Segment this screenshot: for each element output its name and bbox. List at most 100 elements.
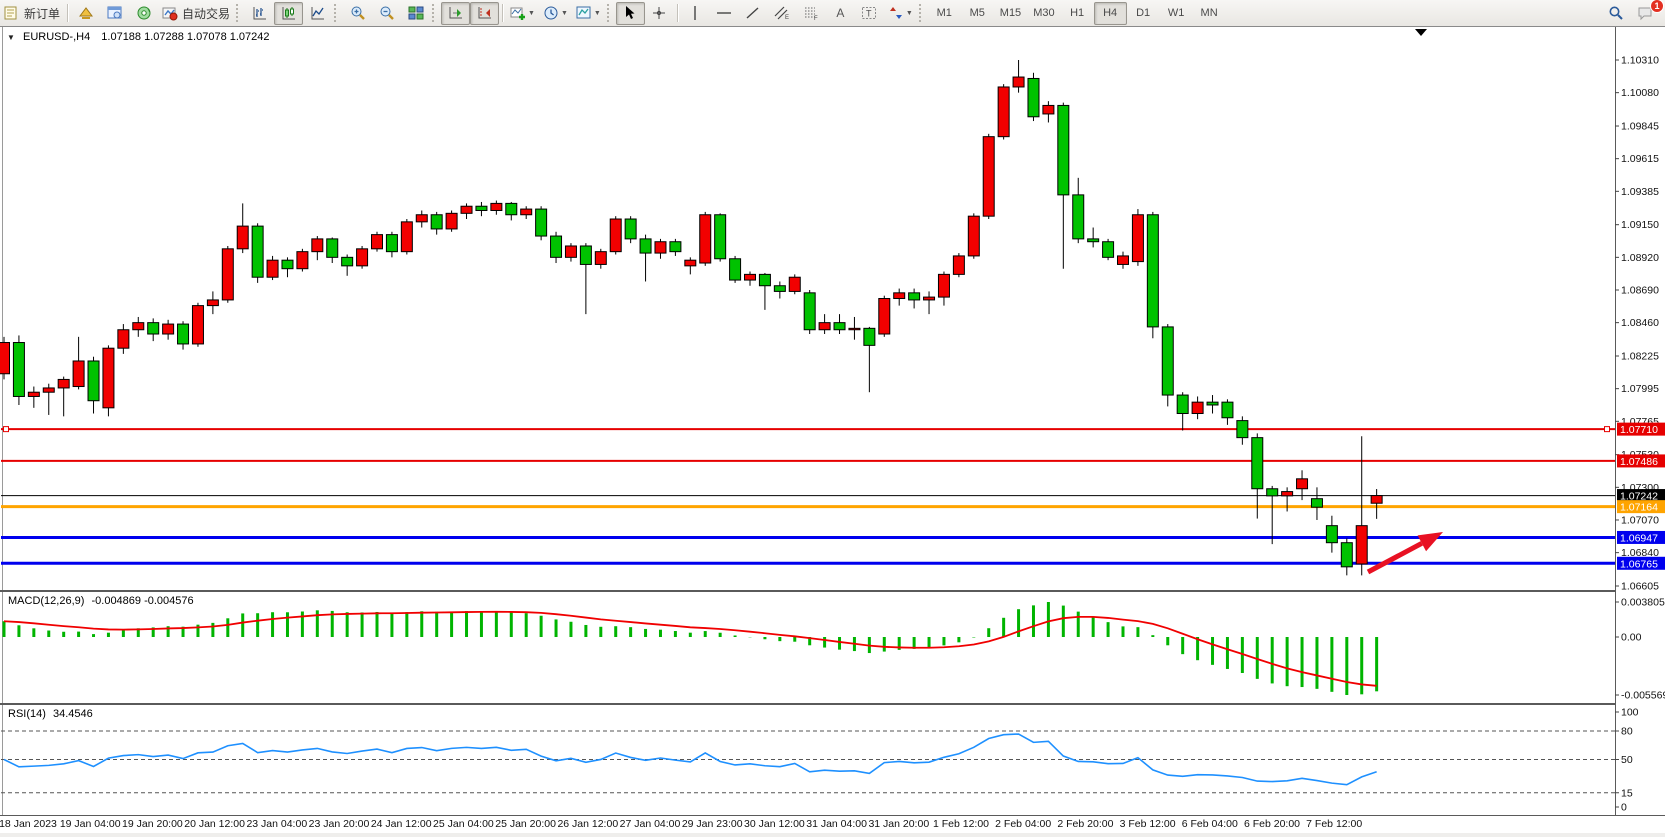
candle — [1103, 239, 1114, 260]
tile-windows-button[interactable] — [401, 2, 430, 25]
bar-chart-button[interactable] — [245, 2, 274, 25]
template-icon — [576, 5, 592, 21]
timeframe-button-mn[interactable]: MN — [1193, 2, 1226, 25]
macd-indicator-label: MACD(12,26,9) -0.004869 -0.004576 — [8, 595, 194, 607]
svg-text:1.09615: 1.09615 — [1621, 153, 1659, 165]
one-click-trading-collapse-icon[interactable]: ▼ — [7, 33, 15, 42]
svg-text:1.06765: 1.06765 — [1620, 558, 1658, 570]
zoom-out-icon — [379, 5, 395, 21]
timeframe-button-m15[interactable]: M15 — [994, 2, 1027, 25]
timeframe-button-w1[interactable]: W1 — [1160, 2, 1193, 25]
date-label: 3 Feb 12:00 — [1120, 818, 1176, 830]
auto-scroll-button[interactable] — [441, 2, 470, 25]
svg-text:80: 80 — [1621, 726, 1633, 738]
arrows-tool-button[interactable]: ▼ — [884, 2, 917, 25]
svg-text:T: T — [866, 9, 872, 19]
svg-text:F: F — [814, 16, 818, 21]
rsi-value: 34.4546 — [53, 708, 93, 720]
text-label-tool-button[interactable]: T — [855, 2, 884, 25]
svg-text:1.08920: 1.08920 — [1621, 252, 1659, 264]
date-label: 27 Jan 04:00 — [620, 818, 681, 830]
auto-scroll-icon — [448, 5, 464, 21]
candle — [700, 212, 711, 266]
fibonacci-icon: F — [803, 5, 819, 21]
date-label: 6 Feb 20:00 — [1244, 818, 1300, 830]
macd-name: MACD(12,26,9) — [8, 595, 84, 607]
candle — [998, 84, 1009, 139]
svg-text:1.07486: 1.07486 — [1620, 456, 1658, 468]
clock-icon — [543, 5, 559, 21]
svg-text:1.06605: 1.06605 — [1621, 580, 1659, 592]
vertical-line-icon — [687, 5, 703, 21]
periods-dropdown-arrow: ▼ — [561, 10, 568, 17]
crosshair-tool-button[interactable] — [645, 2, 674, 25]
candle — [252, 223, 263, 283]
candle — [610, 216, 621, 254]
search-icon — [1608, 5, 1624, 21]
auto-trading-button[interactable]: 自动交易 — [158, 2, 234, 25]
periods-button[interactable]: ▼ — [539, 2, 572, 25]
search-button[interactable] — [1601, 2, 1630, 25]
trendline-tool-button[interactable] — [739, 2, 768, 25]
new-order-button[interactable]: 新订单 — [0, 2, 64, 25]
text-tool-button[interactable]: A — [826, 2, 855, 25]
candle — [372, 232, 383, 252]
candle — [879, 296, 890, 337]
date-label: 2 Feb 20:00 — [1057, 818, 1113, 830]
date-label: 29 Jan 23:00 — [682, 818, 743, 830]
timeframe-button-d1[interactable]: D1 — [1127, 2, 1160, 25]
line-chart-icon — [310, 5, 326, 21]
auto-trading-icon — [162, 5, 178, 21]
date-label: 25 Jan 20:00 — [495, 818, 556, 830]
notification-count-badge: 1 — [1650, 0, 1664, 13]
notifications-button[interactable]: 1 — [1630, 2, 1659, 25]
svg-text:1.09845: 1.09845 — [1621, 121, 1659, 133]
vertical-line-tool-button[interactable] — [681, 2, 710, 25]
candle — [0, 337, 10, 380]
candle — [222, 246, 233, 303]
date-label: 18 Jan 2023 — [0, 818, 57, 830]
timeframe-button-m5[interactable]: M5 — [961, 2, 994, 25]
zoom-out-button[interactable] — [372, 2, 401, 25]
fibonacci-tool-button[interactable]: F — [797, 2, 826, 25]
timeframe-button-h1[interactable]: H1 — [1061, 2, 1094, 25]
timeframe-button-h4[interactable]: H4 — [1094, 2, 1127, 25]
date-label: 2 Feb 04:00 — [995, 818, 1051, 830]
svg-text:0.003805: 0.003805 — [1621, 597, 1665, 609]
indicators-button[interactable]: ▼ — [506, 2, 539, 25]
candle — [804, 290, 815, 334]
equidistant-channel-tool-button[interactable]: E — [768, 2, 797, 25]
timeframe-button-m30[interactable]: M30 — [1027, 2, 1060, 25]
candlestick-chart-icon — [281, 5, 297, 21]
chart-shift-button[interactable] — [470, 2, 499, 25]
candle — [13, 335, 24, 405]
line-chart-button[interactable] — [303, 2, 332, 25]
horizontal-line-icon — [716, 5, 732, 21]
svg-text:15: 15 — [1621, 787, 1633, 799]
candle — [357, 246, 368, 269]
zoom-in-button[interactable] — [343, 2, 372, 25]
candlestick-chart-button[interactable] — [274, 2, 303, 25]
timeframe-button-m1[interactable]: M1 — [928, 2, 961, 25]
date-label: 31 Jan 04:00 — [806, 818, 867, 830]
bar-chart-icon — [252, 5, 268, 21]
svg-text:1.07995: 1.07995 — [1621, 383, 1659, 395]
hline-handle[interactable] — [1605, 427, 1610, 432]
signals-button[interactable] — [129, 2, 158, 25]
market-watch-button[interactable] — [100, 2, 129, 25]
horizontal-line-tool-button[interactable] — [710, 2, 739, 25]
cursor-tool-button[interactable] — [616, 2, 645, 25]
candle — [730, 256, 741, 283]
date-label: 20 Jan 12:00 — [184, 818, 245, 830]
candle — [1162, 324, 1173, 406]
chart-shift-icon — [477, 5, 493, 21]
price-badge-1.07164: 1.07164 — [1617, 500, 1665, 514]
hline-handle[interactable] — [4, 427, 9, 432]
candle — [1028, 73, 1039, 121]
chart-canvas[interactable]: 1.103101.100801.098451.096151.093851.091… — [0, 26, 1665, 837]
chart-window[interactable]: 1.103101.100801.098451.096151.093851.091… — [0, 26, 1665, 837]
templates-button[interactable]: ▼ — [572, 2, 605, 25]
candle — [536, 206, 547, 240]
depth-of-market-button[interactable] — [71, 2, 100, 25]
cursor-icon — [622, 5, 638, 21]
